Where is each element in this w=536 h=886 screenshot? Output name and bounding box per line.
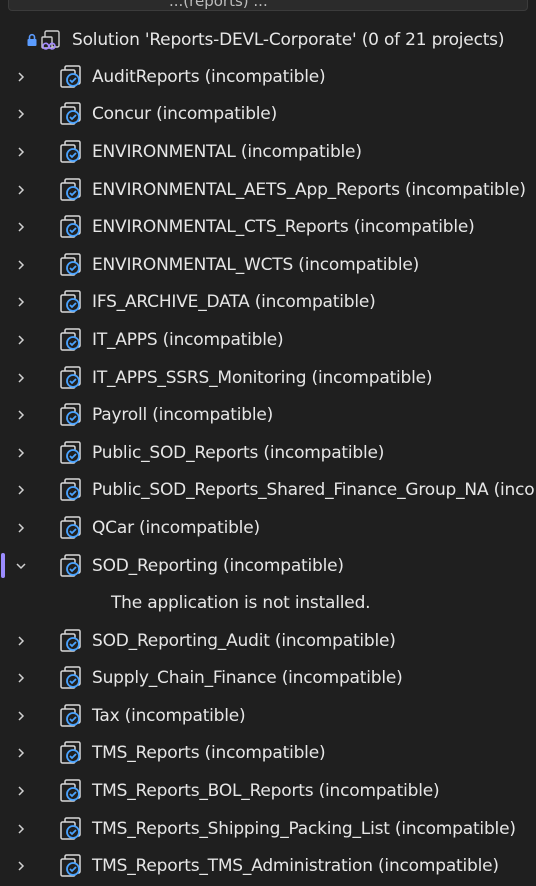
solution-node[interactable]: Solution 'Reports-DEVL-Corporate' (0 of …	[0, 21, 536, 58]
project-label: AuditReports (incompatible)	[92, 66, 326, 87]
project-label: Supply_Chain_Finance (incompatible)	[92, 668, 403, 689]
report-project-icon	[60, 666, 81, 690]
project-node[interactable]: IT_APPS (incompatible)	[0, 321, 536, 359]
chevron-right-icon[interactable]	[0, 860, 54, 872]
project-node[interactable]: IT_APPS_SSRS_Monitoring (incompatible)	[0, 359, 536, 397]
project-label: ENVIRONMENTAL_AETS_App_Reports (incompat…	[92, 179, 526, 200]
project-label: IT_APPS_SSRS_Monitoring (incompatible)	[92, 367, 433, 388]
project-label: Concur (incompatible)	[92, 104, 277, 125]
chevron-down-icon[interactable]	[0, 560, 54, 572]
report-project-icon	[60, 741, 81, 765]
project-node[interactable]: ENVIRONMENTAL_AETS_App_Reports (incompat…	[0, 171, 536, 209]
chevron-right-icon[interactable]	[0, 71, 54, 83]
report-project-icon	[60, 440, 81, 464]
chevron-right-icon[interactable]	[0, 710, 54, 722]
report-project-icon	[60, 403, 81, 426]
project-label: TMS_Reports_TMS_Administration (incompat…	[92, 856, 499, 877]
project-label: TMS_Reports_BOL_Reports (incompatible)	[92, 781, 440, 802]
chevron-right-icon[interactable]	[0, 635, 54, 647]
project-node[interactable]: SOD_Reporting (incompatible)	[0, 547, 536, 585]
project-node[interactable]: ENVIRONMENTAL_WCTS (incompatible)	[0, 246, 536, 284]
report-project-icon	[60, 65, 81, 88]
project-node[interactable]: ENVIRONMENTAL (incompatible)	[0, 133, 536, 171]
chevron-right-icon[interactable]	[0, 372, 54, 384]
report-project-icon	[60, 215, 81, 238]
project-label: TMS_Reports (incompatible)	[92, 743, 326, 764]
project-label: IT_APPS (incompatible)	[92, 329, 284, 350]
chevron-right-icon[interactable]	[0, 785, 54, 797]
project-label: ENVIRONMENTAL_CTS_Reports (incompatible)	[92, 217, 475, 238]
project-node[interactable]: Supply_Chain_Finance (incompatible)	[0, 660, 536, 698]
project-label: ENVIRONMENTAL (incompatible)	[92, 141, 362, 162]
solution-explorer-tree[interactable]: Solution 'Reports-DEVL-Corporate' (0 of …	[0, 21, 536, 885]
top-strip-text: ...(reports) ...	[8, 0, 528, 11]
report-project-icon	[60, 290, 81, 314]
report-project-icon	[60, 253, 81, 276]
report-project-icon	[60, 628, 81, 652]
chevron-right-icon[interactable]	[0, 823, 54, 835]
chevron-right-icon[interactable]	[0, 484, 54, 496]
project-node[interactable]: SOD_Reporting_Audit (incompatible)	[0, 622, 536, 660]
chevron-right-icon[interactable]	[0, 334, 54, 346]
project-node[interactable]: IFS_ARCHIVE_DATA (incompatible)	[0, 284, 536, 322]
lock-icon	[27, 33, 37, 46]
project-label: IFS_ARCHIVE_DATA (incompatible)	[92, 292, 376, 313]
project-label: Public_SOD_Reports_Shared_Finance_Group_…	[92, 480, 535, 501]
report-project-icon	[60, 854, 81, 878]
project-node[interactable]: TMS_Reports (incompatible)	[0, 735, 536, 773]
report-project-icon	[60, 704, 81, 727]
chevron-right-icon[interactable]	[0, 672, 54, 684]
chevron-right-icon[interactable]	[0, 221, 54, 233]
report-project-icon	[60, 516, 81, 539]
project-label: ENVIRONMENTAL_WCTS (incompatible)	[92, 254, 420, 275]
report-project-icon	[60, 365, 81, 389]
report-project-icon	[60, 177, 81, 201]
project-node[interactable]: ENVIRONMENTAL_CTS_Reports (incompatible)	[0, 208, 536, 246]
project-node[interactable]: TMS_Reports_BOL_Reports (incompatible)	[0, 772, 536, 810]
report-project-icon	[60, 328, 81, 351]
chevron-right-icon[interactable]	[0, 296, 54, 308]
report-project-icon	[60, 478, 81, 502]
solution-icon	[41, 29, 60, 50]
chevron-right-icon[interactable]	[0, 747, 54, 759]
project-node[interactable]: TMS_Reports_TMS_Administration (incompat…	[0, 847, 536, 885]
project-status-message: The application is not installed.	[0, 584, 536, 622]
chevron-right-icon[interactable]	[0, 259, 54, 271]
chevron-right-icon[interactable]	[0, 184, 54, 196]
chevron-right-icon[interactable]	[0, 409, 54, 421]
project-node[interactable]: Tax (incompatible)	[0, 697, 536, 735]
report-project-icon	[60, 816, 81, 840]
chevron-right-icon[interactable]	[0, 522, 54, 534]
project-label: SOD_Reporting_Audit (incompatible)	[92, 630, 396, 651]
top-panel-strip: ...(reports) ...	[0, 0, 536, 16]
project-node[interactable]: AuditReports (incompatible)	[0, 58, 536, 96]
project-node[interactable]: QCar (incompatible)	[0, 509, 536, 547]
status-message-text: The application is not installed.	[111, 593, 371, 614]
chevron-right-icon[interactable]	[0, 108, 54, 120]
chevron-right-icon[interactable]	[0, 146, 54, 158]
report-project-icon	[60, 140, 81, 163]
chevron-right-icon[interactable]	[0, 447, 54, 459]
project-label: SOD_Reporting (incompatible)	[92, 555, 344, 576]
project-label: TMS_Reports_Shipping_Packing_List (incom…	[92, 818, 516, 839]
project-node[interactable]: TMS_Reports_Shipping_Packing_List (incom…	[0, 810, 536, 848]
report-project-icon	[60, 779, 81, 802]
project-node[interactable]: Public_SOD_Reports (incompatible)	[0, 434, 536, 472]
solution-label: Solution 'Reports-DEVL-Corporate' (0 of …	[72, 29, 505, 50]
report-project-icon	[60, 102, 81, 126]
project-label: QCar (incompatible)	[92, 517, 260, 538]
project-node[interactable]: Concur (incompatible)	[0, 96, 536, 134]
project-label: Public_SOD_Reports (incompatible)	[92, 442, 385, 463]
project-node[interactable]: Public_SOD_Reports_Shared_Finance_Group_…	[0, 472, 536, 510]
project-label: Payroll (incompatible)	[92, 405, 274, 426]
report-project-icon	[60, 553, 81, 577]
project-node[interactable]: Payroll (incompatible)	[0, 396, 536, 434]
project-label: Tax (incompatible)	[92, 705, 246, 726]
